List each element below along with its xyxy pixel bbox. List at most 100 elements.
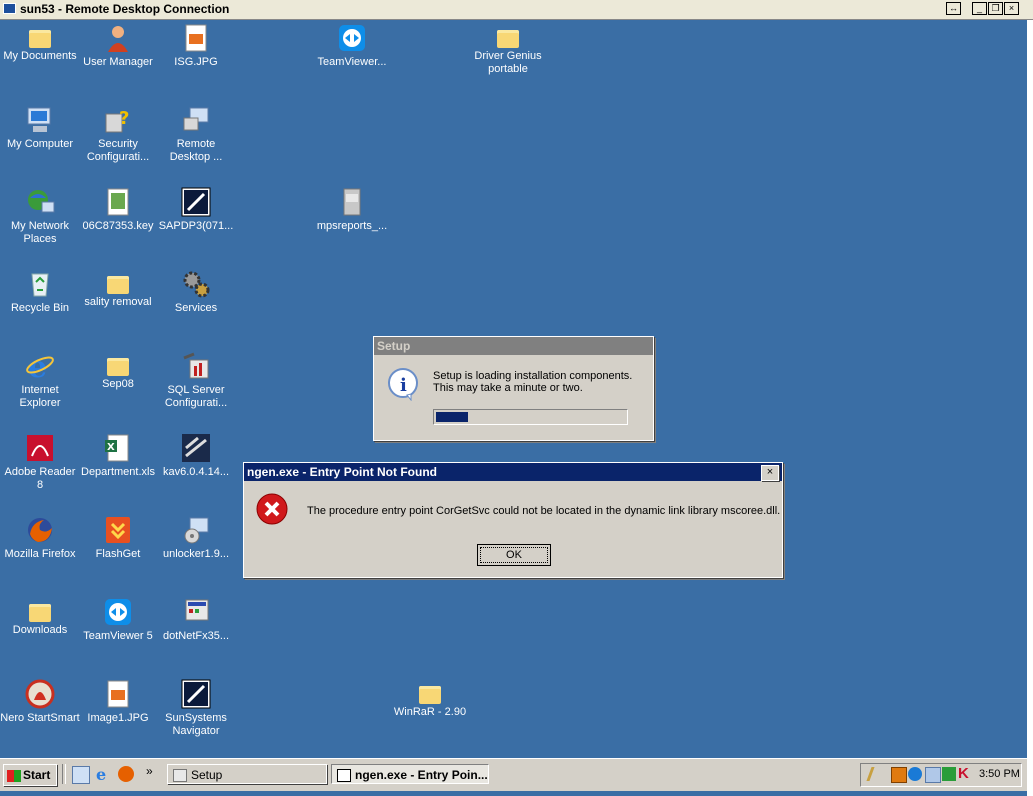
desktop-icon-kav6[interactable]: kav6.0.4.14... <box>156 432 236 479</box>
icon-label: kav6.0.4.14... <box>162 466 230 478</box>
icon-label: Internet Explorer <box>19 384 61 409</box>
icon-label: Mozilla Firefox <box>4 548 76 560</box>
desktop-icon-unlocker[interactable]: unlocker1.9... <box>156 514 236 561</box>
nero-icon <box>24 678 56 710</box>
desktop-icon-teamviewer[interactable]: TeamViewer... <box>312 22 392 69</box>
desktop-icon-recycle-bin[interactable]: Recycle Bin <box>0 268 80 315</box>
minimize-button[interactable]: _ <box>972 2 987 15</box>
setup-dialog-title: Setup <box>374 337 653 355</box>
error-message: The procedure entry point CorGetSvc coul… <box>307 505 781 517</box>
desktop-icon-nero[interactable]: Nero StartSmart <box>0 678 80 725</box>
desktop-icon-sep08[interactable]: Sep08 <box>78 350 158 391</box>
desktop-icon-department-xls[interactable]: X Department.xls <box>78 432 158 479</box>
restore-button[interactable]: ❐ <box>988 2 1003 15</box>
setup-progress-bar <box>433 409 628 425</box>
taskbar-button-setup[interactable]: Setup <box>167 764 327 784</box>
mpsreports-icon <box>336 186 368 218</box>
desktop-icon-dotnetfx35[interactable]: dotNetFx35... <box>156 596 236 643</box>
installer-icon <box>180 432 212 464</box>
icon-label: Remote Desktop ... <box>169 138 223 163</box>
taskbar-button-ngen[interactable]: ngen.exe - Entry Poin... <box>331 764 489 784</box>
icon-label: Driver Genius portable <box>474 50 542 75</box>
rdp-title-bar: sun53 - Remote Desktop Connection ↔ _ ❐ … <box>0 0 1033 20</box>
firefox-icon <box>24 514 56 546</box>
desktop-icon-sunsystems-navigator[interactable]: SunSystems Navigator <box>156 678 236 738</box>
show-desktop-icon[interactable] <box>72 766 90 784</box>
flashget-icon <box>102 514 134 546</box>
folder-icon <box>107 276 129 294</box>
icon-label: sality removal <box>84 296 152 308</box>
icon-label: TeamViewer... <box>317 56 387 68</box>
security-config-icon: ? <box>102 104 134 136</box>
quicklaunch-separator <box>62 764 66 784</box>
user-icon <box>102 22 134 54</box>
rdp-title: sun53 - Remote Desktop Connection <box>20 2 230 16</box>
start-label: Start <box>23 768 51 782</box>
icon-label: unlocker1.9... <box>162 548 230 560</box>
rdp-app-icon <box>3 3 16 14</box>
icon-label: My Documents <box>3 50 77 62</box>
firefox-quicklaunch-icon[interactable] <box>118 766 134 782</box>
kaspersky-tray-icon[interactable]: K <box>958 765 969 782</box>
desktop-icon-internet-explorer[interactable]: e Internet Explorer <box>0 350 80 410</box>
close-button[interactable]: × <box>1004 2 1019 15</box>
icon-label: WinRaR - 2.90 <box>393 706 467 718</box>
key-file-icon <box>102 186 134 218</box>
desktop-icon-my-network-places[interactable]: My Network Places <box>0 186 80 246</box>
desktop-icon-isg-jpg[interactable]: ISG.JPG <box>156 22 236 69</box>
pencil-tray-icon[interactable] <box>866 767 887 781</box>
desktop-icon-key-file[interactable]: 06C87353.key <box>78 186 158 233</box>
jpg-icon <box>180 22 212 54</box>
quicklaunch-chevron[interactable]: » <box>146 764 153 778</box>
icon-label: My Network Places <box>10 220 70 245</box>
desktop-icon-teamviewer5[interactable]: TeamViewer 5 <box>78 596 158 643</box>
icon-label: SQL Server Configurati... <box>164 384 228 409</box>
desktop-icon-driver-genius[interactable]: Driver Genius portable <box>468 22 548 76</box>
icon-label: Image1.JPG <box>87 712 149 724</box>
sql-server-icon <box>180 350 212 382</box>
orange-tray-icon[interactable] <box>891 767 907 783</box>
svg-text:?: ? <box>119 108 129 129</box>
desktop-icon-downloads[interactable]: Downloads <box>0 596 80 637</box>
error-dialog: ngen.exe - Entry Point Not Found × The p… <box>243 462 783 578</box>
desktop-icon-sality-removal[interactable]: sality removal <box>78 268 158 309</box>
icon-label: Adobe Reader 8 <box>4 466 76 491</box>
desktop-icon-winrar[interactable]: WinRaR - 2.90 <box>390 678 470 719</box>
unlocker-icon <box>180 514 212 546</box>
update-tray-icon[interactable] <box>908 767 922 781</box>
desktop-icon-image1-jpg[interactable]: Image1.JPG <box>78 678 158 725</box>
ie-quicklaunch-icon[interactable]: e <box>96 765 106 784</box>
start-button[interactable]: Start <box>3 764 57 786</box>
desktop-icon-remote-desktop[interactable]: Remote Desktop ... <box>156 104 236 164</box>
green-tray-icon[interactable] <box>942 767 956 781</box>
error-dialog-close-button[interactable]: × <box>761 465 779 481</box>
desktop-icon-user-manager[interactable]: User Manager <box>78 22 158 69</box>
taskbar-button-label: Setup <box>191 768 223 782</box>
desktop-icon-services[interactable]: Services <box>156 268 236 315</box>
desktop-icon-adobe-reader[interactable]: Adobe Reader 8 <box>0 432 80 492</box>
setup-line1: Setup is loading installation components… <box>433 370 633 382</box>
icon-label: dotNetFx35... <box>162 630 230 642</box>
icon-label: Downloads <box>12 624 68 636</box>
jpg-icon <box>102 678 134 710</box>
desktop-icon-mozilla-firefox[interactable]: Mozilla Firefox <box>0 514 80 561</box>
icon-label: Recycle Bin <box>10 302 70 314</box>
desktop-icon-my-computer[interactable]: My Computer <box>0 104 80 151</box>
icon-label: My Computer <box>6 138 74 150</box>
folder-icon <box>107 358 129 376</box>
ok-button[interactable]: OK <box>477 544 551 566</box>
desktop-icon-my-documents[interactable]: My Documents <box>0 22 80 63</box>
teamviewer-icon <box>102 596 134 628</box>
resize-icon[interactable]: ↔ <box>946 2 961 15</box>
icon-label: SunSystems Navigator <box>165 712 227 737</box>
icon-label: Security Configurati... <box>86 138 150 163</box>
desktop-icon-flashget[interactable]: FlashGet <box>78 514 158 561</box>
network-tray-icon[interactable] <box>925 767 941 783</box>
adobe-reader-icon <box>24 432 56 464</box>
desktop-icon-sapdp3[interactable]: SAPDP3(071... <box>156 186 236 233</box>
desktop-icon-security-configuration[interactable]: ? Security Configurati... <box>78 104 158 164</box>
clock[interactable]: 3:50 PM <box>979 768 1020 780</box>
desktop-icon-mpsreports[interactable]: mpsreports_... <box>312 186 392 233</box>
services-gear-icon <box>180 268 212 300</box>
desktop-icon-sql-server-config[interactable]: SQL Server Configurati... <box>156 350 236 410</box>
